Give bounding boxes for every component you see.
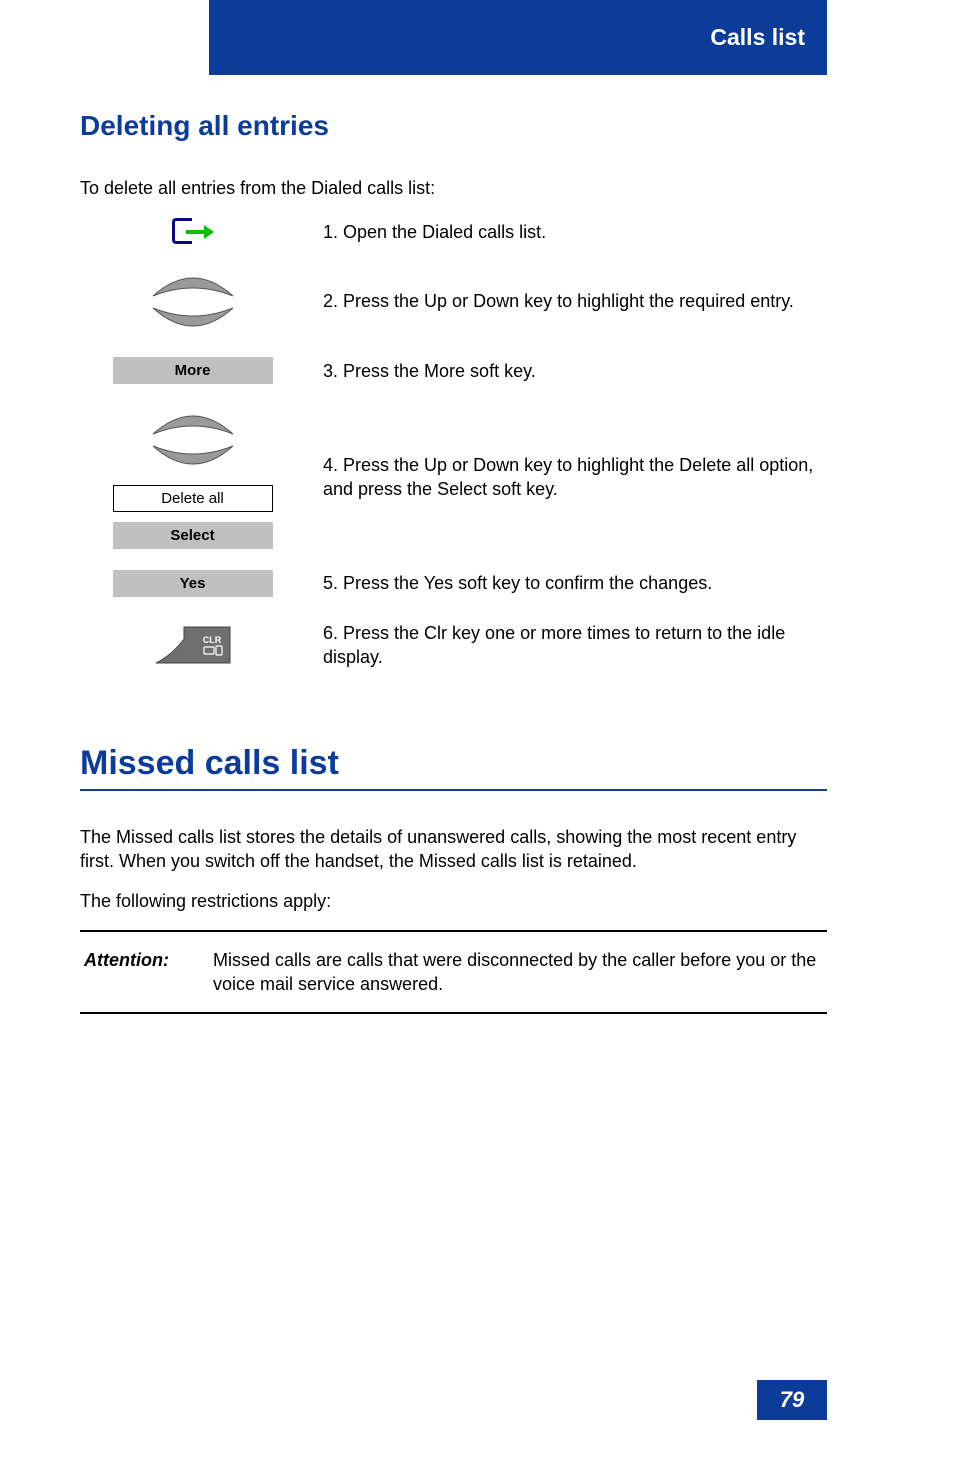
step-icon-cell [80,216,305,248]
page-number-badge: 79 [757,1380,827,1420]
rocker-icon [147,267,239,337]
step4-stack: Delete all Select [113,405,273,549]
step-text: 6. Press the Clr key one or more times t… [323,617,827,674]
step-icon-cell [80,267,305,337]
attention-label: Attention: [84,948,199,997]
menu-item-label: Delete all [161,490,224,507]
softkey-label: Yes [180,575,206,592]
step-icon-cell: CLR [80,625,305,665]
section-heading-deleting: Deleting all entries [80,110,827,142]
softkey-select: Select [113,522,273,549]
softkey-label: Select [170,527,214,544]
attention-block: Attention: Missed calls are calls that w… [80,932,827,1013]
step-icon-cell: Yes [80,570,305,597]
menu-item-delete-all: Delete all [113,485,273,512]
softkey-label: More [175,362,211,379]
step-text: 2. Press the Up or Down key to highlight… [323,285,827,317]
rocker-down-icon [149,444,237,470]
clr-key-icon: CLR [154,625,232,665]
header-title: Calls list [710,24,805,51]
svg-text:CLR: CLR [202,635,221,645]
page-number: 79 [780,1387,804,1413]
rocker-up-icon [149,410,237,436]
missed-paragraph-2: The following restrictions apply: [80,889,827,913]
softkey-yes: Yes [113,570,273,597]
step-text: 3. Press the More soft key. [323,355,827,387]
rocker-icon [147,405,239,475]
attention-bottom-rule [80,1012,827,1014]
header-band: Calls list [209,0,827,75]
rocker-down-icon [149,306,237,332]
step-text: 1. Open the Dialed calls list. [323,216,827,248]
step-icon-cell: More [80,357,305,384]
softkey-more: More [113,357,273,384]
step-icon-cell: Delete all Select [80,405,305,549]
dialed-calls-icon [172,216,214,248]
rocker-up-icon [149,272,237,298]
section1-intro: To delete all entries from the Dialed ca… [80,176,827,200]
page-content: Deleting all entries To delete all entri… [80,110,827,1014]
steps-table: 1. Open the Dialed calls list. 2. Press … [80,216,827,673]
section-rule [80,789,827,791]
missed-paragraph-1: The Missed calls list stores the details… [80,825,827,874]
step-text: 5. Press the Yes soft key to confirm the… [323,567,827,599]
section-heading-missed: Missed calls list [80,744,827,783]
step-text: 4. Press the Up or Down key to highlight… [323,449,827,506]
attention-text: Missed calls are calls that were disconn… [213,948,823,997]
